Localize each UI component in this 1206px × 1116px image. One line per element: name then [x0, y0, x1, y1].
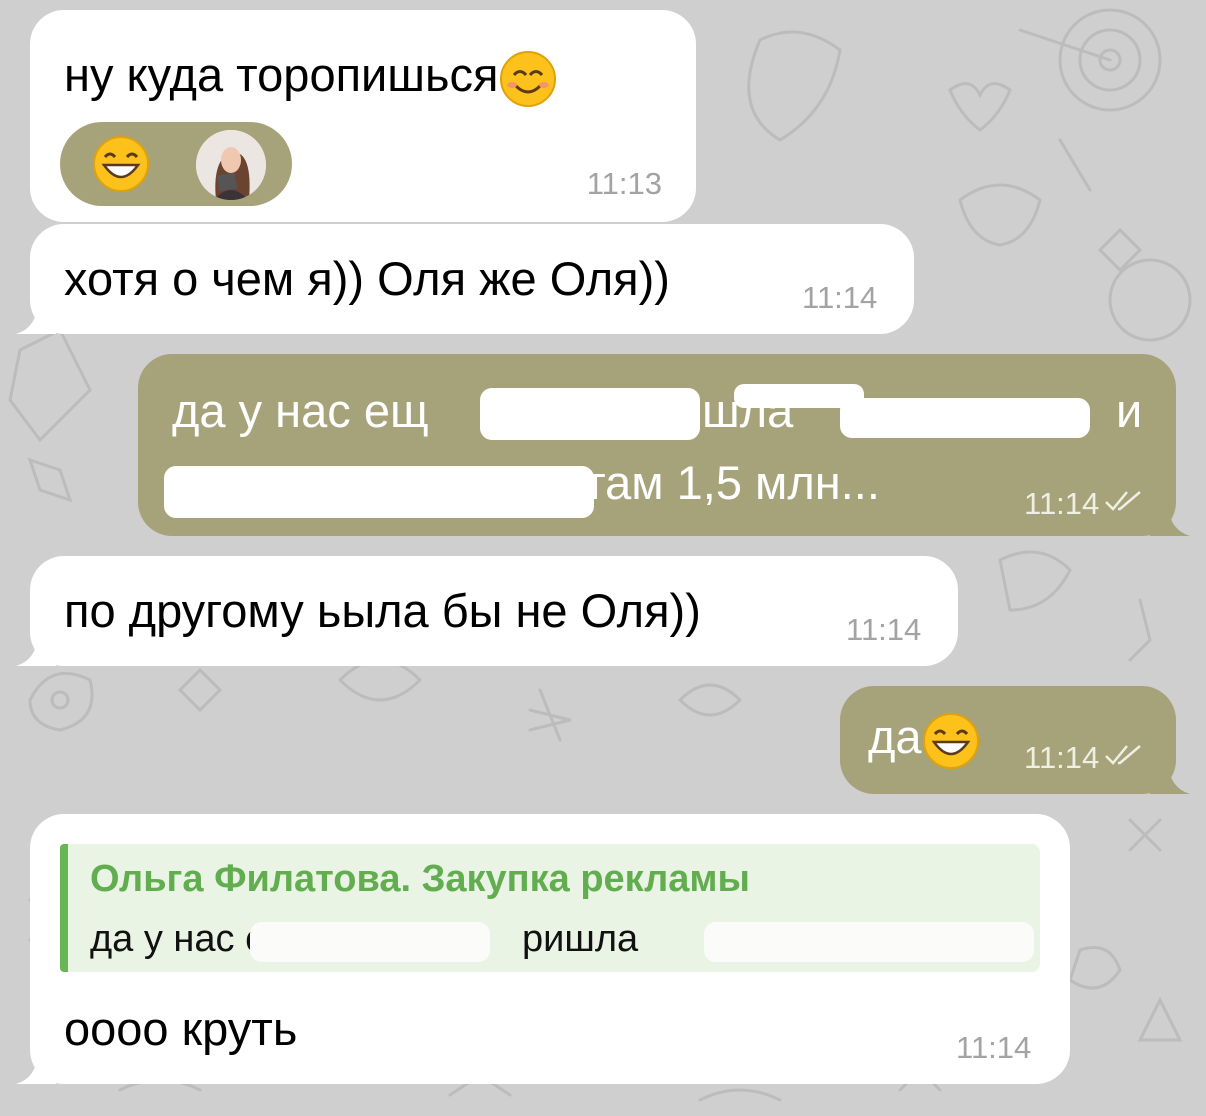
reply-accent-bar	[60, 844, 68, 972]
read-checkmarks-icon	[1105, 491, 1141, 511]
reply-snippet: да у нас є ришла	[90, 918, 639, 960]
reaction-pill[interactable]	[60, 122, 292, 206]
reply-quote[interactable]: Ольга Филатова. Закупка рекламы да у нас…	[60, 844, 1040, 972]
message-time: 11:14	[956, 1030, 1032, 1065]
message-time: 11:14	[846, 612, 922, 647]
bubble-tail	[16, 304, 56, 334]
redaction	[480, 388, 700, 440]
redaction	[164, 466, 594, 518]
grinning-face-emoji	[93, 136, 149, 192]
grinning-face-emoji	[922, 712, 979, 769]
message-bubble-incoming[interactable]: по другому ьыла бы не Оля)) 11:14	[16, 556, 958, 666]
message-text-line2: , там 1,5 млн...	[558, 456, 880, 509]
message-text: ну куда торопишься	[64, 46, 558, 109]
message-bubble-outgoing[interactable]: да 11:14	[840, 686, 1190, 794]
bubble-tail	[1150, 506, 1190, 536]
message-time: 11:14	[802, 280, 878, 315]
message-time: 11:13	[586, 166, 662, 201]
message-text: оооо круть	[64, 1002, 298, 1055]
reactor-avatar[interactable]	[196, 130, 266, 200]
redaction	[840, 398, 1090, 438]
message-bubble-outgoing[interactable]: да у нас ещ шла и , там 1,5 млн... 11:14	[138, 354, 1190, 536]
message-text: по другому ьыла бы не Оля))	[64, 584, 701, 637]
message-text: хотя о чем я)) Оля же Оля))	[64, 252, 670, 305]
read-checkmarks-icon	[1105, 745, 1141, 765]
redaction	[704, 922, 1034, 962]
message-bubble-incoming[interactable]: ну куда торопишься 11:13	[30, 10, 696, 222]
bubble-tail	[16, 636, 56, 666]
message-bubble-incoming[interactable]: хотя о чем я)) Оля же Оля)) 11:14	[16, 224, 914, 334]
smiling-face-emoji	[500, 50, 557, 107]
reply-sender-name: Ольга Филатова. Закупка рекламы	[90, 858, 750, 900]
bubble-tail	[16, 1054, 56, 1084]
bubble-tail	[1150, 764, 1190, 794]
message-text: да	[868, 708, 980, 770]
message-bubble-incoming[interactable]: Ольга Филатова. Закупка рекламы да у нас…	[16, 814, 1070, 1084]
message-time: 11:14	[1024, 740, 1100, 775]
redaction	[250, 922, 490, 962]
message-time: 11:14	[1024, 486, 1100, 521]
